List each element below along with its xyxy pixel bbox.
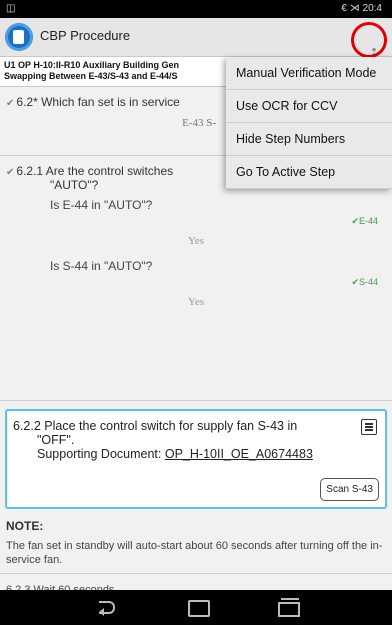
highlight-ring — [351, 22, 387, 58]
supporting-document-link[interactable]: OP_H-10II_OE_A0674483 — [165, 447, 313, 461]
step-text: 6.2.1 Are the control switches — [16, 164, 174, 178]
menu-item-use-ocr[interactable]: Use OCR for CCV — [226, 90, 392, 123]
sub-question-e44: Is E-44 in "AUTO"? — [50, 198, 153, 212]
app-bar: CBP Procedure — [0, 18, 392, 63]
active-step-6-2-2[interactable]: 6.2.2 Place the control switch for suppl… — [5, 409, 387, 509]
home-icon[interactable] — [186, 598, 212, 617]
answer-yes-e44: Yes — [187, 235, 204, 247]
recents-icon[interactable] — [276, 598, 302, 617]
step-text-cont: "OFF". — [37, 433, 75, 447]
overflow-menu: Manual Verification Mode Use OCR for CCV… — [226, 57, 392, 189]
menu-item-go-to-active-step[interactable]: Go To Active Step — [226, 156, 392, 189]
check-icon: ✔ — [6, 98, 15, 109]
menu-item-manual-verification[interactable]: Manual Verification Mode — [226, 57, 392, 90]
app-title: CBP Procedure — [40, 28, 131, 43]
scan-button[interactable]: Scan S-43 — [320, 478, 379, 501]
supporting-document-label: Supporting Document: — [37, 447, 162, 461]
step-6-2-3[interactable]: 6.2.3 Wait 60 seconds. — [0, 574, 392, 590]
note-text: The fan set in standby will auto-start a… — [6, 540, 383, 566]
verified-check-s44: ✔S-44 — [351, 277, 378, 287]
note-title: NOTE: — [6, 519, 44, 533]
check-icon: ✔ — [6, 167, 15, 178]
status-bar: ◫ € ⋊ 20:4 — [0, 0, 392, 18]
step-6-2-1[interactable]: ✔ 6.2.1 Are the control switches "AUTO"? … — [0, 156, 392, 401]
answer-yes-s44: Yes — [187, 296, 204, 308]
sub-question-s44: Is S-44 in "AUTO"? — [50, 259, 153, 273]
menu-item-hide-step-numbers[interactable]: Hide Step Numbers — [226, 123, 392, 156]
verified-check-e44: ✔E-44 — [351, 216, 378, 226]
status-indicators: € ⋊ 20:4 — [341, 3, 382, 14]
back-icon[interactable] — [94, 598, 120, 616]
supporting-document-row: Supporting Document: OP_H-10II_OE_A06744… — [13, 447, 379, 461]
document-icon[interactable] — [361, 419, 377, 435]
notification-icon: ◫ — [6, 3, 16, 14]
cbp-app-icon[interactable] — [5, 23, 33, 51]
note-block: NOTE: The fan set in standby will auto-s… — [0, 509, 392, 574]
navigation-bar — [0, 590, 392, 625]
step-text: 6.2* Which fan set is in service — [16, 95, 180, 109]
step-text: 6.2.2 Place the control switch for suppl… — [13, 419, 298, 433]
